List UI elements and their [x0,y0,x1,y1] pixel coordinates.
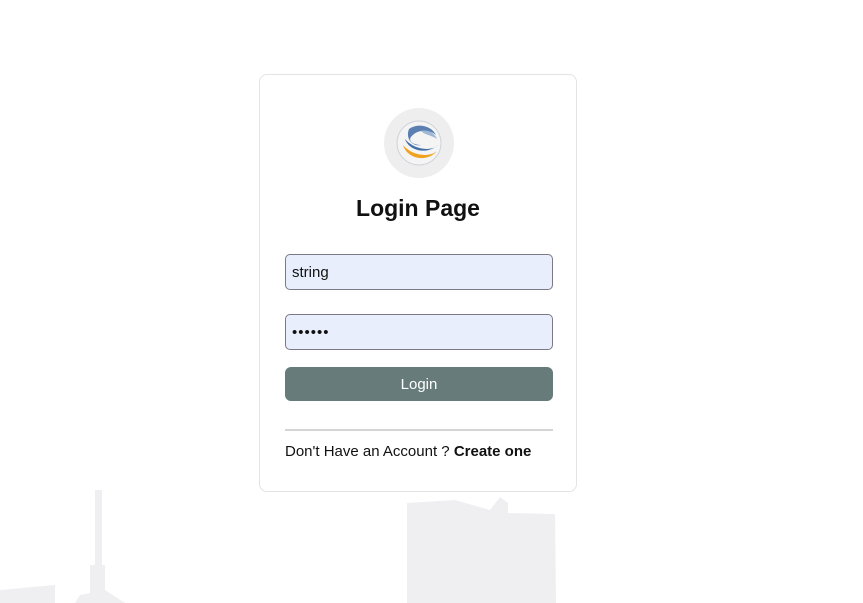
login-button[interactable]: Login [285,367,553,401]
password-input[interactable] [285,314,553,350]
username-input[interactable] [285,254,553,290]
page-title: Login Page [356,195,480,221]
signup-prompt-text: Don't Have an Account ? [285,443,450,460]
login-card: Login Page Login Don't Have an Account ?… [259,74,577,492]
create-account-link[interactable]: Create one [454,443,532,460]
divider [285,429,553,431]
login-screen: Login Page Login Don't Have an Account ?… [0,0,863,603]
signup-prompt: Don't Have an Account ? Create one [285,443,565,460]
globe-logo-icon [384,108,454,178]
